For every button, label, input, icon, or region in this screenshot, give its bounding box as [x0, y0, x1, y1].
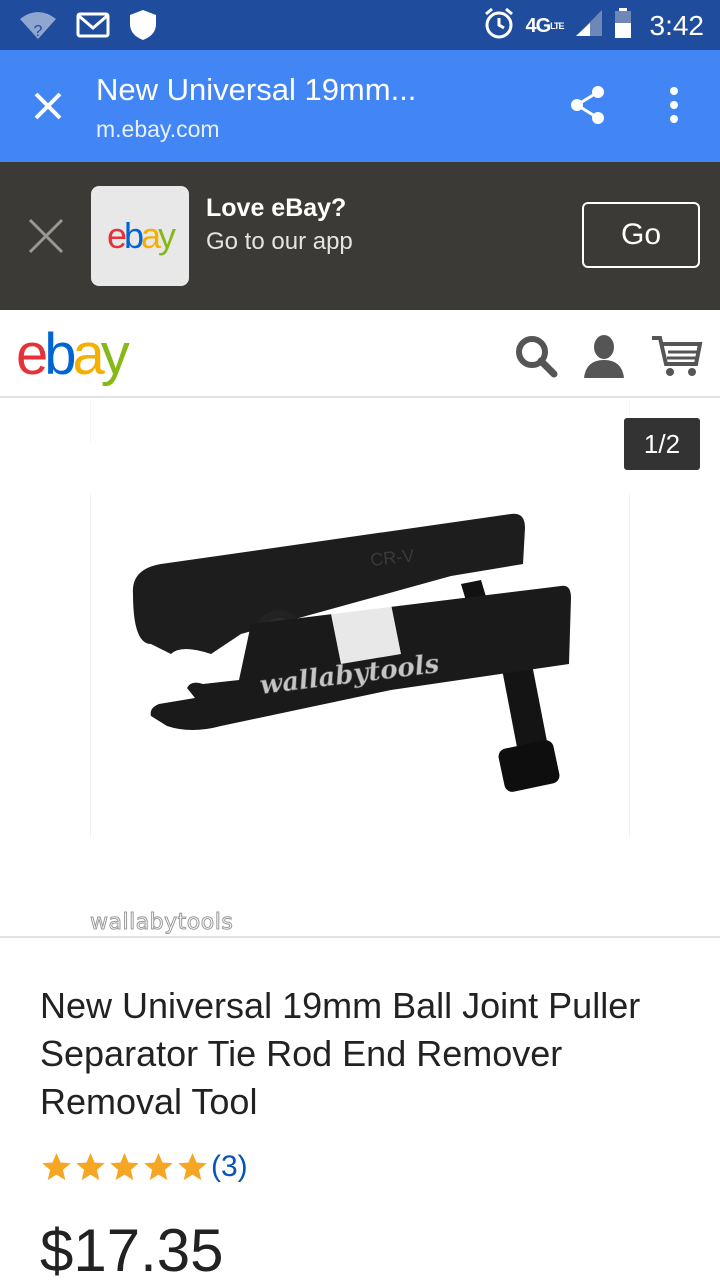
gmail-icon	[76, 11, 110, 44]
custom-tab-toolbar: New Universal 19mm... m.ebay.com	[0, 50, 720, 162]
image-counter: 1/2	[624, 418, 700, 470]
star-icon	[144, 1153, 173, 1181]
star-icon	[178, 1153, 207, 1181]
app-install-banner: ebay Love eBay? Go to our app Go	[0, 162, 720, 310]
network-type: 4GLTE	[525, 14, 564, 37]
product-image[interactable]: CR-V wallabytools	[90, 494, 630, 838]
page-title: New Universal 19mm...	[96, 72, 417, 107]
logo-letter-a: a	[141, 215, 161, 256]
banner-title: Love eBay?	[206, 194, 347, 222]
logo-letter-a: a	[72, 322, 105, 387]
network-label: 4G	[525, 14, 551, 37]
price: $17.35	[40, 1217, 224, 1280]
cart-icon[interactable]	[650, 332, 704, 380]
account-icon[interactable]	[580, 332, 628, 380]
image-frame-top	[90, 400, 630, 442]
logo-letter-y: y	[100, 322, 130, 387]
review-count[interactable]: (3)	[211, 1150, 248, 1184]
wifi-icon: ?	[18, 9, 58, 46]
logo-letter-e: e	[106, 215, 127, 256]
page-url: m.ebay.com	[96, 116, 220, 142]
product-title: New Universal 19mm Ball Joint Puller Sep…	[40, 985, 641, 1122]
ebay-app-logo: ebay	[106, 215, 176, 256]
lte-label: LTE	[550, 20, 564, 31]
clock: 3:42	[649, 9, 705, 41]
search-icon[interactable]	[512, 332, 560, 380]
seller-watermark: wallabytools	[89, 910, 234, 936]
banner-subtitle: Go to our app	[206, 228, 353, 255]
banner-close-icon[interactable]	[26, 216, 66, 261]
signal-icon	[574, 8, 604, 43]
go-button[interactable]: Go	[582, 202, 700, 268]
image-gallery[interactable]: 1/2 CR-V wallabytools wallabytools	[0, 398, 720, 938]
close-icon[interactable]	[26, 84, 70, 128]
star-rating	[40, 1151, 209, 1183]
logo-letter-y: y	[158, 215, 176, 256]
site-header: ebay	[0, 310, 720, 398]
ball-joint-puller-image: CR-V wallabytools	[132, 513, 571, 792]
star-icon	[76, 1153, 105, 1181]
rating[interactable]: (3)	[40, 1150, 248, 1184]
shield-icon	[128, 8, 158, 47]
alarm-icon	[483, 6, 515, 45]
battery-icon	[614, 7, 632, 44]
star-icon	[110, 1153, 139, 1181]
wifi-badge: ?	[34, 23, 43, 40]
logo-letter-b: b	[44, 322, 76, 387]
ebay-app-icon: ebay	[91, 186, 189, 286]
status-bar: ? 4GLTE 3:42	[0, 0, 720, 50]
logo-letter-b: b	[123, 215, 144, 256]
share-icon[interactable]	[566, 83, 610, 127]
logo-letter-e: e	[16, 322, 48, 387]
star-icon	[42, 1153, 71, 1181]
ebay-logo[interactable]: ebay	[16, 320, 130, 390]
more-vert-icon[interactable]	[656, 83, 692, 127]
